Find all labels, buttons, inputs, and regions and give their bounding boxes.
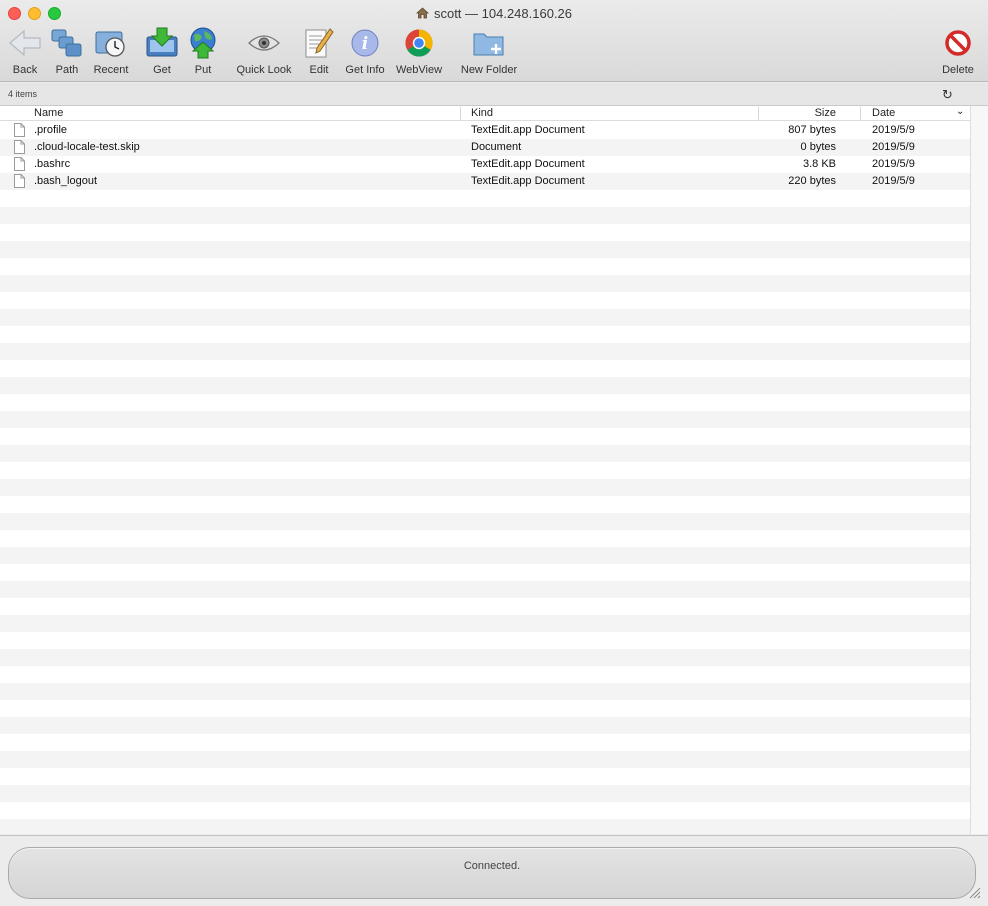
file-size: 3.8 KB	[802, 158, 836, 170]
new-folder-button[interactable]: New Folder	[457, 27, 521, 79]
column-date-header[interactable]: Date	[872, 107, 895, 121]
file-size: 220 bytes	[788, 175, 836, 187]
item-count: 4 items	[8, 89, 38, 99]
table-row[interactable]: .bashrc TextEdit.app Document 3.8 KB 201…	[0, 156, 970, 173]
put-button[interactable]: Put	[186, 27, 220, 79]
status-bar: Connected.	[8, 847, 976, 899]
title-bar: scott — 104.248.160.26 Back Path Recent …	[0, 0, 988, 82]
column-divider	[860, 107, 861, 120]
file-date: 2019/5/9	[872, 175, 915, 187]
file-list: Name Kind Size Date ⌄ .profile TextEdit.…	[0, 106, 970, 834]
info-bar: 4 items ↻	[0, 83, 988, 106]
file-name: .bashrc	[34, 158, 71, 170]
resize-grip-icon[interactable]	[967, 885, 981, 899]
file-size: 0 bytes	[800, 141, 836, 153]
table-row[interactable]: .profile TextEdit.app Document 807 bytes…	[0, 122, 970, 139]
vertical-scrollbar[interactable]	[970, 106, 988, 834]
table-row[interactable]: .bash_logout TextEdit.app Document 220 b…	[0, 173, 970, 190]
app-window: scott — 104.248.160.26 Back Path Recent …	[0, 0, 988, 906]
browser-icon	[402, 27, 436, 59]
download-icon	[145, 27, 179, 59]
file-kind: Document	[471, 141, 522, 153]
file-kind: TextEdit.app Document	[471, 124, 585, 136]
document-icon	[14, 140, 25, 154]
file-name: .profile	[34, 124, 68, 136]
new-folder-icon	[472, 27, 506, 59]
document-icon	[14, 157, 25, 171]
delete-button[interactable]: Delete	[940, 27, 976, 79]
path-folders-icon	[50, 27, 84, 59]
column-size-header[interactable]: Size	[760, 107, 836, 121]
back-button[interactable]: Back	[8, 27, 42, 79]
column-kind-header[interactable]: Kind	[471, 107, 493, 121]
get-info-button[interactable]: i Get Info	[342, 27, 388, 79]
file-name: .bash_logout	[34, 175, 97, 187]
connection-status: Connected.	[463, 860, 521, 872]
file-date: 2019/5/9	[872, 124, 915, 136]
get-button[interactable]: Get	[145, 27, 179, 79]
webview-button[interactable]: WebView	[394, 27, 444, 79]
home-icon	[415, 7, 429, 19]
column-name-header[interactable]: Name	[34, 107, 63, 121]
sort-chevron-down-icon[interactable]: ⌄	[956, 106, 964, 120]
file-date: 2019/5/9	[872, 158, 915, 170]
file-name: .cloud-locale-test.skip	[34, 141, 140, 153]
eye-icon	[247, 27, 281, 59]
file-size: 807 bytes	[788, 124, 836, 136]
file-kind: TextEdit.app Document	[471, 175, 585, 187]
status-area: Connected.	[0, 835, 988, 906]
file-date: 2019/5/9	[872, 141, 915, 153]
svg-text:i: i	[362, 34, 368, 54]
recent-button[interactable]: Recent	[92, 27, 130, 79]
column-divider	[460, 107, 461, 120]
column-divider	[758, 107, 759, 120]
list-header: Name Kind Size Date ⌄	[0, 106, 970, 121]
path-button[interactable]: Path	[50, 27, 84, 79]
recent-clock-folder-icon	[94, 27, 128, 59]
edit-button[interactable]: Edit	[302, 27, 336, 79]
document-icon	[14, 174, 25, 188]
table-row[interactable]: .cloud-locale-test.skip Document 0 bytes…	[0, 139, 970, 156]
edit-pencil-icon	[302, 27, 336, 59]
document-icon	[14, 123, 25, 137]
info-icon: i	[348, 27, 382, 59]
file-kind: TextEdit.app Document	[471, 158, 585, 170]
list-rows: .profile TextEdit.app Document 807 bytes…	[0, 122, 970, 834]
refresh-icon[interactable]: ↻	[942, 87, 953, 103]
upload-globe-icon	[186, 27, 220, 59]
window-title: scott — 104.248.160.26	[433, 6, 573, 21]
back-arrow-icon	[8, 27, 42, 59]
delete-no-sign-icon	[941, 27, 975, 59]
window-title-area: scott — 104.248.160.26	[0, 6, 988, 21]
quick-look-button[interactable]: Quick Look	[233, 27, 295, 79]
